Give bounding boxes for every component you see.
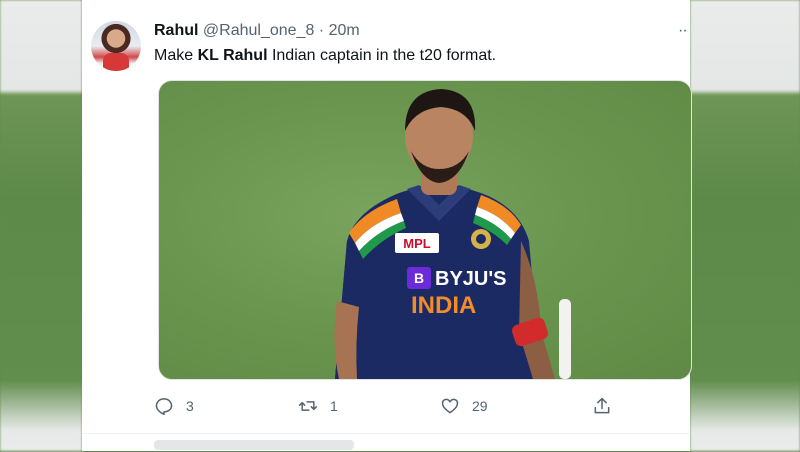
next-tweet-partial: [82, 433, 690, 452]
background-left: [0, 0, 82, 451]
share-button[interactable]: [592, 396, 612, 416]
author-handle[interactable]: @Rahul_one_8: [203, 22, 314, 39]
tweet-text-bold: KL Rahul: [197, 47, 268, 64]
tweet-actions: 3 1 29: [82, 396, 690, 420]
byjus-text: BYJU'S: [435, 268, 506, 290]
reply-button[interactable]: 3: [154, 396, 194, 416]
reply-count: 3: [186, 398, 194, 414]
india-text: INDIA: [411, 292, 476, 319]
separator: ·: [318, 22, 325, 39]
retweet-icon: [298, 401, 318, 411]
heart-icon: [441, 398, 459, 414]
avatar-shirt: [103, 53, 129, 71]
retweet-count: 1: [330, 398, 338, 414]
avatar[interactable]: [91, 21, 141, 71]
bat-handle: [559, 299, 571, 379]
next-tweet-placeholder: [154, 440, 354, 450]
tweet-media-image[interactable]: MPL B BYJU'S INDIA: [158, 80, 692, 380]
tweet-text: Make KL Rahul Indian captain in the t20 …: [154, 47, 496, 65]
like-count: 29: [472, 398, 488, 414]
background-right: [690, 0, 800, 451]
like-button[interactable]: 29: [440, 396, 488, 416]
bcci-logo-inner: [476, 234, 486, 244]
left-forearm: [334, 301, 359, 379]
tweet-header: Rahul @Rahul_one_8 · 20m: [154, 22, 360, 40]
share-icon: [594, 397, 610, 414]
retweet-button[interactable]: 1: [298, 396, 338, 416]
more-options-button[interactable]: ··: [678, 22, 688, 40]
mpl-text: MPL: [403, 236, 431, 251]
reply-icon: [155, 398, 173, 416]
tweet-text-before: Make: [154, 47, 198, 64]
cricketer-photo: MPL B BYJU'S INDIA: [334, 89, 571, 379]
author-name[interactable]: Rahul: [154, 22, 198, 39]
tweet-card[interactable]: Rahul @Rahul_one_8 · 20m ·· Make KL Rahu…: [82, 0, 692, 452]
tweet-text-after: Indian captain in the t20 format.: [267, 47, 497, 64]
tweet-time[interactable]: 20m: [329, 22, 360, 39]
byjus-logo-glyph: B: [414, 270, 424, 286]
